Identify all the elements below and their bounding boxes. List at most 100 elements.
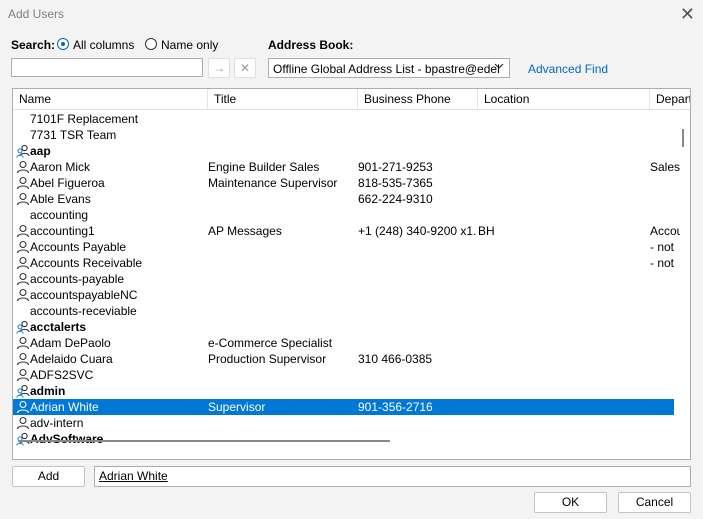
horizontal-scrollbar[interactable]: [15, 438, 675, 444]
close-icon[interactable]: ✕: [680, 4, 695, 24]
cell-name: Adelaido Cuara: [30, 352, 113, 366]
column-header-department[interactable]: Depart: [650, 89, 690, 109]
vertical-scrollbar-thumb[interactable]: [682, 129, 684, 147]
list-item[interactable]: Abel Figueroa Maintenance Supervisor 818-5…: [13, 175, 674, 191]
user-icon: [16, 256, 30, 270]
user-icon: [16, 176, 30, 190]
cell-phone: +1 (248) 340-9200 x1...: [358, 224, 476, 238]
list-item[interactable]: accounting: [13, 207, 674, 223]
user-icon: [16, 160, 30, 174]
list-item[interactable]: Adelaido Cuara Production Supervisor 310 4…: [13, 351, 674, 367]
cancel-button[interactable]: Cancel: [618, 492, 691, 513]
cell-phone: 818-535-7365: [358, 176, 433, 190]
list-item[interactable]: accounts-receviable: [13, 303, 674, 319]
cell-phone: 662-224-9310: [358, 192, 433, 206]
chevron-down-icon: [494, 61, 504, 74]
search-label: Search:: [11, 38, 56, 52]
address-book-label: Address Book:: [268, 38, 354, 52]
list-item[interactable]: adv-intern: [13, 415, 674, 431]
user-icon: [16, 240, 30, 254]
selected-user-name[interactable]: Adrian White: [99, 469, 168, 483]
search-input[interactable]: [11, 58, 203, 77]
list-item[interactable]: accountspayableNC: [13, 287, 674, 303]
user-icon: [16, 272, 30, 286]
group-icon: [16, 320, 30, 334]
list-item[interactable]: Adrian White Supervisor 901-356-2716: [13, 399, 674, 415]
cell-phone: 310 466-0385: [358, 352, 433, 366]
list-item[interactable]: Accounts Receivable - not: [13, 255, 674, 271]
selected-users-field[interactable]: Adrian White: [94, 466, 691, 487]
column-header-row: Name Title Business Phone Location Depar…: [13, 89, 690, 110]
cell-name: ADFS2SVC: [30, 368, 94, 382]
ok-button[interactable]: OK: [534, 492, 607, 513]
cell-name: Abel Figueroa: [30, 176, 105, 190]
list-item[interactable]: ADFS2SVC: [13, 367, 674, 383]
list-item[interactable]: acctalerts: [13, 319, 674, 335]
address-book-select[interactable]: Offline Global Address List - bpastre@ed…: [268, 58, 510, 78]
cell-title: Production Supervisor: [208, 352, 327, 366]
cell-title: e-Commerce Specialist: [208, 336, 333, 350]
list-item[interactable]: Adam DePaolo e-Commerce Specialist: [13, 335, 674, 351]
column-header-name[interactable]: Name: [13, 89, 208, 109]
column-header-location[interactable]: Location: [478, 89, 650, 109]
user-icon: [16, 416, 30, 430]
group-icon: [16, 384, 30, 398]
radio-name-only[interactable]: [145, 38, 157, 50]
cell-name: 7731 TSR Team: [30, 128, 117, 142]
cell-dept: Accou: [650, 224, 680, 238]
cell-name: Able Evans: [30, 192, 91, 206]
column-header-business-phone[interactable]: Business Phone: [358, 89, 478, 109]
add-button[interactable]: Add: [12, 466, 85, 487]
vertical-scrollbar[interactable]: [677, 111, 689, 433]
list-item[interactable]: 7731 TSR Team: [13, 127, 674, 143]
radio-name-only-label[interactable]: Name only: [161, 38, 218, 52]
radio-all-columns-label[interactable]: All columns: [73, 38, 134, 52]
cell-name: Adam DePaolo: [30, 336, 111, 350]
cell-dept: - not: [650, 256, 675, 270]
cell-name: accountspayableNC: [30, 288, 138, 302]
cell-title: Maintenance Supervisor: [208, 176, 338, 190]
cell-name: accounts-payable: [30, 272, 125, 286]
radio-all-columns[interactable]: [57, 38, 69, 50]
window-title: Add Users: [8, 7, 65, 21]
cell-name: Aaron Mick: [30, 160, 91, 174]
advanced-find-link[interactable]: Advanced Find: [528, 62, 608, 76]
user-icon: [16, 224, 30, 238]
list-item[interactable]: Able Evans 662-224-9310: [13, 191, 674, 207]
list-item[interactable]: admin: [13, 383, 674, 399]
address-book-value: Offline Global Address List - bpastre@ed…: [273, 62, 500, 76]
list-item[interactable]: aap: [13, 143, 674, 159]
user-icon: [16, 336, 30, 350]
list-item[interactable]: Aaron Mick Engine Builder Sales 901-271-92…: [13, 159, 680, 175]
group-icon: [16, 144, 30, 158]
user-icon: [16, 368, 30, 382]
horizontal-scrollbar-thumb[interactable]: [18, 440, 390, 442]
go-arrow-icon[interactable]: →: [208, 58, 230, 78]
column-header-title[interactable]: Title: [208, 89, 358, 109]
cell-phone: 901-356-2716: [358, 400, 433, 414]
cell-name: Accounts Payable: [30, 240, 127, 254]
cell-name: accounting: [30, 208, 89, 222]
cell-name: 7101F Replacement: [30, 112, 139, 126]
user-icon: [16, 288, 30, 302]
cell-title: AP Messages: [208, 224, 282, 238]
cell-name: admin: [30, 384, 66, 398]
user-icon: [16, 352, 30, 366]
cell-name: Adrian White: [30, 400, 99, 414]
title-bar: Add Users ✕: [0, 0, 703, 30]
cell-name: aap: [30, 144, 51, 158]
clear-icon[interactable]: ✕: [234, 58, 256, 78]
cell-name: adv-intern: [30, 416, 84, 430]
cell-phone: 901-271-9253: [358, 160, 433, 174]
user-icon: [16, 192, 30, 206]
cell-title: Engine Builder Sales: [208, 160, 320, 174]
list-item[interactable]: 7101F Replacement: [13, 111, 674, 127]
list-item[interactable]: accounts-payable: [13, 271, 674, 287]
cell-dept: Sales: [650, 160, 680, 174]
list-item[interactable]: Accounts Payable - not: [13, 239, 674, 255]
cell-name: acctalerts: [30, 320, 87, 334]
cell-name: accounting1: [30, 224, 95, 238]
list-item[interactable]: accounting1 AP Messages +1 (248) 340-9200 …: [13, 223, 680, 239]
address-list: Name Title Business Phone Location Depar…: [12, 88, 691, 460]
cell-title: Supervisor: [208, 400, 266, 414]
